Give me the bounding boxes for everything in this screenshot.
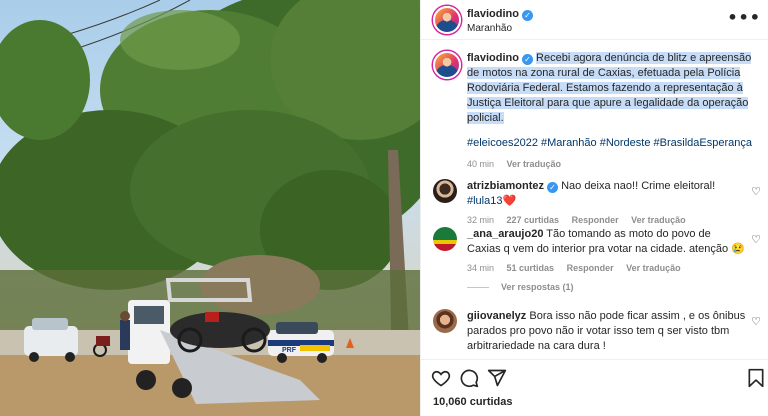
- comment-time[interactable]: 34 min: [467, 263, 494, 273]
- post-photo[interactable]: PRF: [0, 0, 420, 416]
- post-details-panel: flaviodino ✓ Maranhão ••• flaviodino ✓ Rec…: [420, 0, 768, 416]
- comments-scroll-area[interactable]: flaviodino ✓ Recebi agora denúncia de bli…: [421, 41, 768, 359]
- comment-meta: 32 min 227 curtidas Responder Ver traduç…: [467, 213, 747, 228]
- reply-button[interactable]: Responder: [572, 215, 619, 225]
- photo-scene: PRF: [0, 0, 420, 416]
- post-location[interactable]: Maranhão: [467, 23, 512, 34]
- comment-time[interactable]: 32 min: [467, 215, 494, 225]
- commenter-avatar[interactable]: [433, 309, 457, 333]
- post-header: flaviodino ✓ Maranhão •••: [421, 0, 768, 40]
- post-actions-bar: 10,060 curtidas: [421, 359, 768, 416]
- comment-hashtag[interactable]: #lula13: [467, 195, 502, 207]
- bookmark-icon[interactable]: [747, 368, 765, 388]
- caption-meta: 40 min Ver tradução: [467, 157, 757, 172]
- comment-like-heart-icon[interactable]: ♡: [751, 233, 761, 246]
- reply-button[interactable]: Responder: [567, 263, 614, 273]
- comment-likes[interactable]: 227 curtidas: [507, 215, 560, 225]
- commenter-avatar[interactable]: [433, 179, 457, 203]
- heart-icon[interactable]: [431, 368, 451, 388]
- comment-likes[interactable]: 51 curtidas: [507, 263, 555, 273]
- comment-like-heart-icon[interactable]: ♡: [751, 315, 761, 328]
- author-username[interactable]: flaviodino ✓: [467, 8, 533, 21]
- comment-meta: 34 min 51 curtidas Responder Ver traduçã…: [467, 261, 747, 276]
- comment-icon[interactable]: [459, 368, 479, 388]
- author-avatar[interactable]: [433, 6, 461, 34]
- comment-like-heart-icon[interactable]: ♡: [751, 185, 761, 198]
- caption-hashtags[interactable]: #eleicoes2022 #Maranhão #Nordeste #Brasi…: [467, 136, 757, 151]
- verified-badge-icon: ✓: [521, 54, 533, 65]
- more-options-icon[interactable]: •••: [727, 10, 761, 26]
- verified-badge-icon: ✓: [521, 10, 533, 21]
- caption-author-username[interactable]: flaviodino: [467, 52, 519, 64]
- prf-label: PRF: [282, 347, 297, 354]
- commenter-username[interactable]: _ana_araujo20: [467, 228, 543, 240]
- share-icon[interactable]: [487, 368, 507, 388]
- comment-text: Nao deixa nao!! Crime eleitoral!: [561, 180, 716, 192]
- commenter-username[interactable]: giiovanelyz: [467, 310, 526, 322]
- comment-translate-link[interactable]: Ver tradução: [631, 215, 686, 225]
- comment-translate-link[interactable]: Ver tradução: [626, 263, 681, 273]
- commenter-username[interactable]: atrizbiamontez: [467, 180, 544, 192]
- caption-time[interactable]: 40 min: [467, 159, 494, 169]
- caption-translate-link[interactable]: Ver tradução: [507, 159, 562, 169]
- commenter-avatar[interactable]: [433, 227, 457, 251]
- post-likes-count[interactable]: 10,060 curtidas: [433, 396, 513, 408]
- caption-author-avatar[interactable]: [433, 51, 461, 79]
- verified-badge-icon: ✓: [547, 182, 559, 193]
- view-replies-link[interactable]: Ver respostas (1): [467, 282, 574, 292]
- red-heart-emoji-icon: ❤️: [502, 195, 517, 207]
